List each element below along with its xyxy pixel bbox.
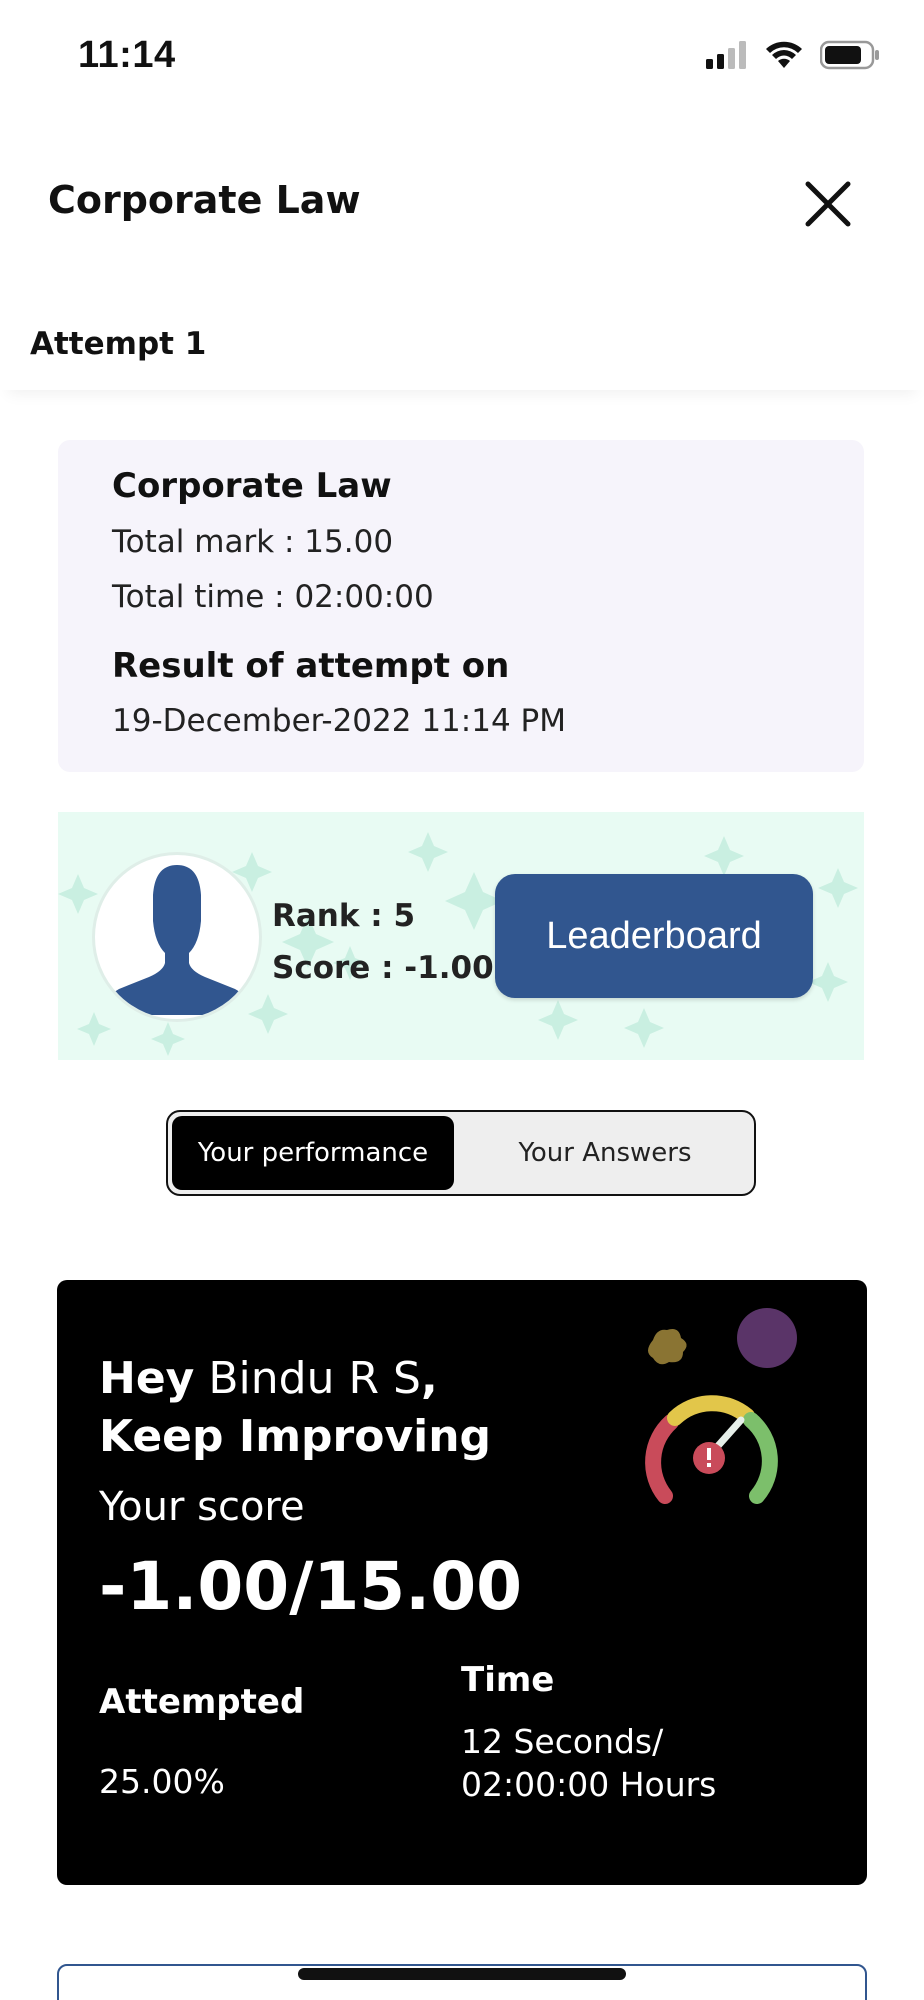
status-time: 11:14 <box>78 34 176 76</box>
result-heading: Result of attempt on <box>112 646 510 686</box>
motivation-text: Keep Improving <box>99 1411 492 1462</box>
performance-card: Hey Bindu R S, Keep Improving Your score… <box>57 1280 867 1885</box>
attempt-bar: Attempt 1 <box>0 310 924 390</box>
rank-panel: Rank : 5 Score : -1.00 Leaderboard <box>58 812 864 1060</box>
user-silhouette-icon <box>103 865 251 1015</box>
time-value-line-1: 12 Seconds/ <box>461 1722 664 1761</box>
result-date: 19-December-2022 11:14 PM <box>112 703 566 739</box>
cellular-signal-icon <box>706 41 746 69</box>
time-value-line-2: 02:00:00 Hours <box>461 1765 717 1804</box>
time-value: 12 Seconds/ 02:00:00 Hours <box>461 1720 716 1806</box>
home-indicator[interactable] <box>298 1968 626 1980</box>
tab-your-performance[interactable]: Your performance <box>172 1116 454 1190</box>
greeting: Hey Bindu R S, Keep Improving <box>99 1350 491 1466</box>
test-info-card: Corporate Law Total mark : 15.00 Total t… <box>58 440 864 772</box>
page-title: Corporate Law <box>48 178 361 222</box>
battery-icon <box>820 40 879 70</box>
avatar <box>92 852 262 1022</box>
time-label: Time <box>461 1660 555 1700</box>
wifi-icon <box>766 41 802 68</box>
greeting-line-1: Hey Bindu R S, <box>99 1350 491 1408</box>
user-name: Bindu R S <box>208 1353 421 1404</box>
your-score-value: -1.00/15.00 <box>99 1548 523 1625</box>
test-title: Corporate Law <box>112 466 392 506</box>
performance-answers-toggle: Your performance Your Answers <box>166 1110 756 1196</box>
status-icons <box>706 40 880 70</box>
score-value: Score : -1.00 <box>272 950 494 986</box>
tab-your-answers[interactable]: Your Answers <box>458 1116 752 1190</box>
total-mark: Total mark : 15.00 <box>112 524 394 560</box>
close-button[interactable] <box>800 176 856 232</box>
page: 11:14 Corporate Law Attempt 1 Corporate … <box>0 0 924 2000</box>
greeting-hey: Hey <box>99 1353 195 1404</box>
greeting-comma: , <box>420 1353 438 1404</box>
rank-score-text: Rank : 5 Score : -1.00 <box>272 890 494 994</box>
header: Corporate Law <box>0 150 924 250</box>
attempted-label: Attempted <box>99 1682 305 1722</box>
total-time: Total time : 02:00:00 <box>112 579 434 615</box>
your-score-label: Your score <box>99 1484 305 1530</box>
status-bar: 11:14 <box>0 0 924 110</box>
rank-value: Rank : 5 <box>272 898 416 934</box>
attempt-label: Attempt 1 <box>30 326 207 362</box>
attempted-value: 25.00% <box>99 1762 225 1801</box>
leaderboard-button[interactable]: Leaderboard <box>495 874 813 998</box>
close-icon <box>805 181 851 227</box>
